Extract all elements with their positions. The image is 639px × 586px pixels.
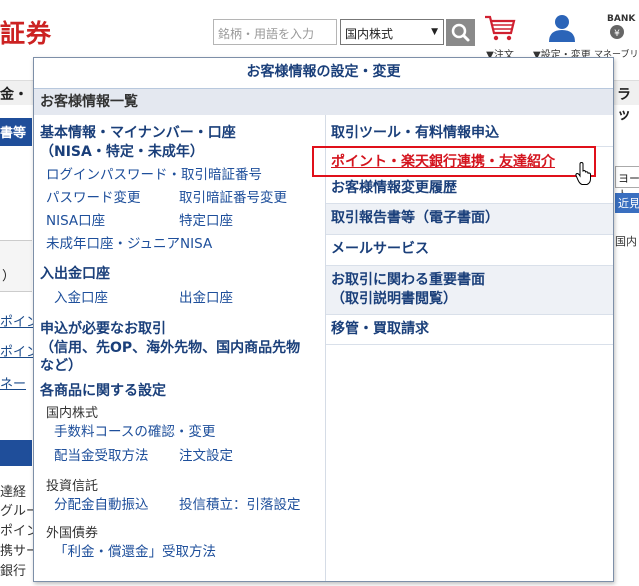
- chevron-down-icon: ▼: [431, 27, 438, 37]
- background-text: 達経: [0, 485, 27, 500]
- nisa-account-link[interactable]: NISA口座: [46, 212, 105, 230]
- settings-dropdown-panel: お客様情報の設定・変更 お客様情報一覧 基本情報・マイナンバー・口座 （NISA…: [33, 57, 614, 582]
- deposit-out-link[interactable]: 出金口座: [179, 289, 233, 307]
- important-documents-sub: （取引説明書閲覧）: [331, 291, 457, 307]
- background-link[interactable]: ネー: [0, 373, 26, 392]
- info-change-history-link[interactable]: お客様情報変更履歴: [326, 177, 613, 204]
- deposit-in-link[interactable]: 入金口座: [54, 289, 108, 307]
- section-customer-info: お客様情報一覧: [34, 89, 613, 115]
- bank-label-top: BANK: [607, 14, 636, 24]
- domestic-stock-label: 国内株式: [46, 406, 99, 421]
- background-text: 銀行: [0, 564, 27, 579]
- market-select[interactable]: 国内株式 ▼: [340, 19, 444, 45]
- application-heading[interactable]: 申込が必要なお取引: [40, 320, 166, 339]
- search-button[interactable]: [446, 19, 475, 46]
- basic-info-heading-sub[interactable]: （NISA・特定・未成年）: [40, 143, 204, 162]
- application-heading-sub[interactable]: （信用、先OP、海外先物、国内商品先物: [40, 339, 300, 358]
- pin-change-link[interactable]: 取引暗証番号変更: [179, 189, 287, 207]
- fee-course-link[interactable]: 手数料コースの確認・変更: [54, 423, 215, 441]
- point-rakuten-link[interactable]: ポイント・楽天銀行連携・友達紹介: [331, 151, 555, 171]
- panel-title: お客様情報の設定・変更: [34, 58, 613, 89]
- transfer-request-link[interactable]: 移管・買取請求: [326, 315, 613, 345]
- trade-reports-label: 取引報告書等（電子書面）: [331, 210, 499, 226]
- nav-fragment-right[interactable]: ラッ: [617, 84, 639, 124]
- logo[interactable]: 証券: [0, 14, 52, 50]
- application-heading-sub2[interactable]: など）: [40, 357, 82, 376]
- auto-reinvest-link[interactable]: 分配金自動振込: [54, 496, 149, 514]
- junior-nisa-link[interactable]: 未成年口座・ジュニアNISA: [46, 235, 212, 253]
- password-change-link[interactable]: パスワード変更: [46, 189, 141, 207]
- investment-trust-label: 投資信託: [46, 479, 99, 494]
- background-tab-label: 書等: [0, 126, 27, 141]
- background-right-text: 国内: [615, 235, 637, 248]
- deposit-account-heading[interactable]: 入出金口座: [40, 265, 110, 284]
- market-select-value: 国内株式: [345, 27, 394, 41]
- search-input[interactable]: 銘柄・用語を入力: [213, 19, 337, 45]
- background-paren: ）: [2, 269, 16, 284]
- hand-cursor-icon: [575, 162, 591, 185]
- background-table-header: ）: [0, 240, 32, 292]
- product-settings-heading: 各商品に関する設定: [40, 383, 166, 399]
- background-right-button[interactable]: 近見方: [615, 193, 639, 226]
- important-documents-label: お取引に関わる重要書面: [331, 272, 485, 288]
- account-settings-button[interactable]: ▼設定・変更: [533, 13, 591, 61]
- mail-service-label: メールサービス: [331, 241, 429, 257]
- tokutei-account-link[interactable]: 特定口座: [179, 212, 233, 230]
- transfer-request-label: 移管・買取請求: [331, 321, 429, 337]
- login-password-link[interactable]: ログインパスワード・取引暗証番号: [46, 166, 262, 184]
- trading-tools-link[interactable]: 取引ツール・有料情報申込: [326, 115, 613, 147]
- order-setting-link[interactable]: 注文設定: [179, 447, 233, 465]
- mail-service-link[interactable]: メールサービス: [326, 235, 613, 266]
- bank-icon: ¥: [610, 25, 624, 39]
- money-bridge-link[interactable]: BANK ¥ マネーブリッジ: [594, 14, 639, 73]
- cart-icon: [485, 15, 516, 41]
- svg-text:¥: ¥: [614, 29, 620, 39]
- trading-tools-label: 取引ツール・有料情報申込: [331, 125, 499, 141]
- nav-fragment-left[interactable]: 金・: [0, 84, 28, 104]
- background-section-bar: [0, 440, 32, 466]
- background-tab[interactable]: 書等: [0, 118, 32, 146]
- important-documents-link[interactable]: お取引に関わる重要書面 （取引説明書閲覧）: [326, 266, 613, 315]
- search-icon: [451, 23, 470, 42]
- trade-reports-link[interactable]: 取引報告書等（電子書面）: [326, 204, 613, 235]
- accumulate-setting-link[interactable]: 投信積立：引落設定: [179, 496, 301, 514]
- interest-method-link[interactable]: 「利金・償還金」受取方法: [54, 543, 216, 561]
- background-right-field[interactable]: ヨート: [615, 166, 639, 201]
- basic-info-heading[interactable]: 基本情報・マイナンバー・口座: [40, 124, 236, 143]
- info-change-history-label: お客様情報変更履歴: [331, 180, 457, 196]
- cart-button[interactable]: ▼注文: [482, 13, 518, 61]
- dividend-method-link[interactable]: 配当金受取方法: [54, 447, 149, 465]
- foreign-bond-label: 外国債券: [46, 526, 99, 541]
- user-icon: [548, 15, 575, 42]
